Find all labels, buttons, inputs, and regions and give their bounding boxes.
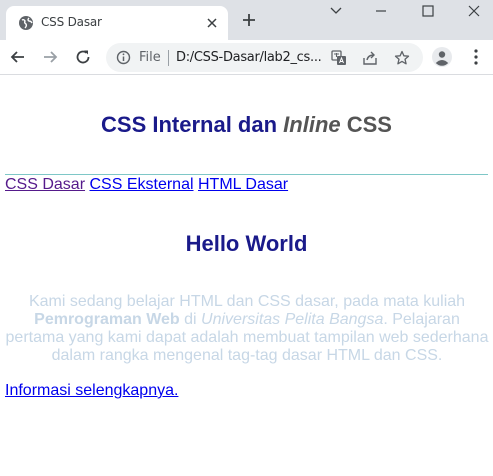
window-close-icon[interactable]: [459, 2, 489, 20]
info-icon[interactable]: [116, 50, 131, 65]
page-title-suffix: CSS: [340, 112, 392, 137]
browser-toolbar: File D:/CSS-Dasar/lab2_cs...: [0, 40, 493, 75]
star-icon[interactable]: [394, 50, 410, 66]
browser-titlebar: CSS Dasar: [0, 0, 493, 40]
reload-icon[interactable]: [74, 48, 92, 66]
url-text[interactable]: D:/CSS-Dasar/lab2_cs...: [176, 50, 322, 65]
page-title-italic: Inline: [283, 112, 341, 137]
horizontal-rule: [5, 174, 488, 175]
plus-icon[interactable]: [241, 12, 257, 28]
forward-arrow-icon[interactable]: [41, 48, 59, 66]
profile-icon[interactable]: [432, 47, 452, 67]
page-title-prefix: CSS Internal dan: [101, 112, 284, 137]
paragraph-italic: Universitas Pelita Bangsa: [201, 311, 384, 328]
browser-tab[interactable]: CSS Dasar: [6, 6, 228, 40]
globe-icon: [19, 16, 33, 30]
nav-link-css-eksternal[interactable]: CSS Eksternal: [89, 176, 193, 193]
hello-heading: Hello World: [185, 231, 308, 256]
chevron-down-icon[interactable]: [321, 2, 351, 20]
close-icon[interactable]: [205, 16, 219, 30]
share-icon[interactable]: [362, 50, 378, 66]
intro-paragraph: Kami sedang belajar HTML dan CSS dasar, …: [4, 293, 490, 365]
back-arrow-icon[interactable]: [9, 48, 27, 66]
paragraph-bold: Pemrograman Web: [34, 311, 180, 328]
minimize-icon[interactable]: [366, 2, 396, 20]
kebab-menu-icon[interactable]: [468, 47, 484, 67]
paragraph-part1: Kami sedang belajar HTML dan CSS dasar, …: [28, 293, 466, 310]
page-content: CSS Internal dan Inline CSS CSS Dasar CS…: [0, 76, 493, 476]
maximize-icon[interactable]: [413, 2, 443, 20]
address-bar[interactable]: File D:/CSS-Dasar/lab2_cs...: [106, 43, 423, 72]
scheme-label: File: [139, 50, 161, 65]
paragraph-part2: di: [179, 311, 202, 328]
more-info-link[interactable]: Informasi selengkapnya.: [5, 382, 178, 400]
omnibox-divider: [168, 50, 169, 66]
page-title: CSS Internal dan Inline CSS: [0, 112, 493, 138]
tab-title: CSS Dasar: [41, 15, 102, 29]
nav-links: CSS Dasar CSS Eksternal HTML Dasar: [5, 176, 288, 194]
nav-link-html-dasar[interactable]: HTML Dasar: [198, 176, 288, 193]
translate-icon[interactable]: [331, 50, 347, 66]
nav-link-css-dasar[interactable]: CSS Dasar: [5, 176, 85, 193]
